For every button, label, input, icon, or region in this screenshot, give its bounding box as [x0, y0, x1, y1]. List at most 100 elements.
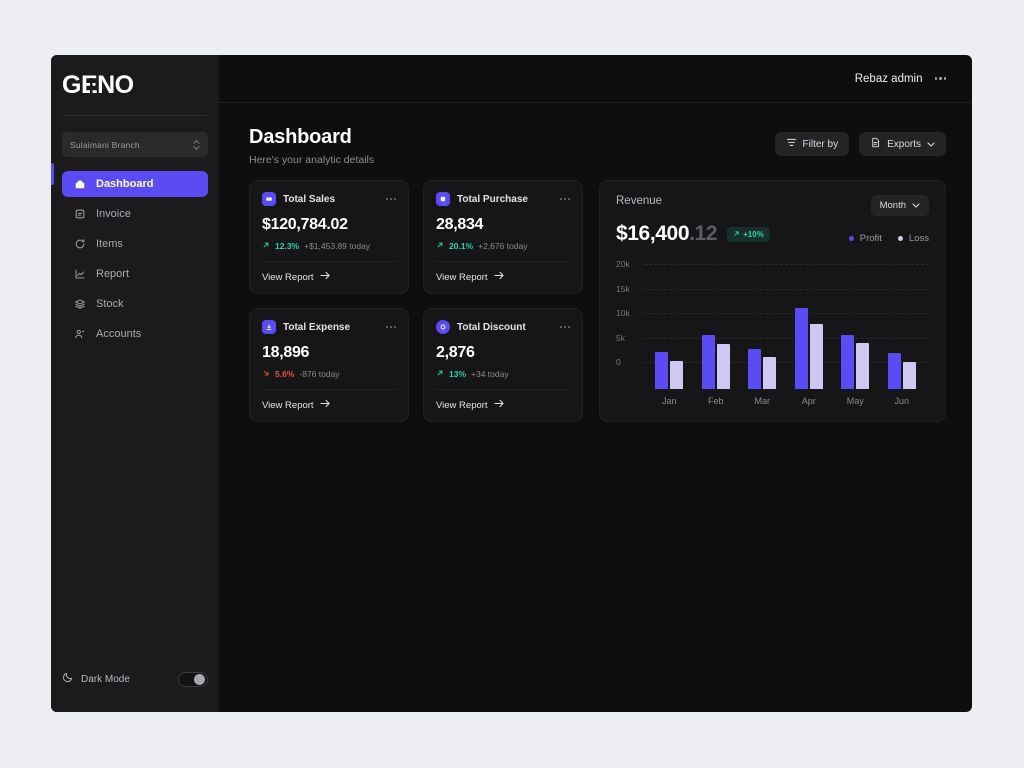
sidebar-item-items[interactable]: Items	[62, 231, 208, 257]
delta-sub: +34 today	[471, 369, 509, 379]
card-divider	[436, 261, 570, 262]
stat-card-total-discount: Total Discount 2,876 13% +34 today View …	[423, 308, 583, 422]
x-axis-label: Feb	[701, 396, 731, 406]
sidebar-item-report[interactable]: Report	[62, 261, 208, 287]
view-report-label: View Report	[262, 400, 314, 411]
period-label: Month	[880, 200, 906, 211]
revenue-growth-badge: +10%	[727, 227, 770, 242]
bar-loss[interactable]	[856, 343, 869, 389]
legend-label: Loss	[909, 233, 929, 244]
sales-icon	[262, 192, 276, 206]
y-axis-tick: 20k	[616, 259, 642, 269]
bar-loss[interactable]	[763, 357, 776, 389]
sidebar-item-accounts[interactable]: Accounts	[62, 321, 208, 347]
page-title: Dashboard	[249, 126, 374, 149]
card-value: 18,896	[262, 344, 396, 362]
sidebar-nav: Dashboard Invoice Items Report	[51, 171, 219, 347]
view-report-link[interactable]: View Report	[436, 271, 570, 283]
main-area: Rebaz admin Dashboard Here's your analyt…	[219, 55, 972, 712]
header-actions: Filter by Exports	[775, 126, 946, 156]
arrow-up-icon	[733, 230, 740, 239]
sidebar-item-label: Items	[96, 238, 123, 250]
arrow-down-icon	[262, 369, 270, 379]
view-report-label: View Report	[436, 272, 488, 283]
card-value: $120,784.02	[262, 216, 396, 234]
bar-loss[interactable]	[717, 344, 730, 389]
bar-profit[interactable]	[655, 352, 668, 389]
view-report-link[interactable]: View Report	[262, 399, 396, 411]
home-icon	[73, 177, 87, 191]
dark-mode-toggle[interactable]	[178, 672, 208, 687]
exports-button[interactable]: Exports	[859, 132, 946, 156]
view-report-link[interactable]: View Report	[436, 399, 570, 411]
sidebar-item-stock[interactable]: Stock	[62, 291, 208, 317]
view-report-link[interactable]: View Report	[262, 271, 396, 283]
items-icon	[73, 237, 87, 251]
arrow-right-icon	[494, 399, 505, 411]
revenue-amount: $16,400.12	[616, 222, 717, 246]
period-dropdown[interactable]: Month	[871, 195, 929, 216]
card-title: Total Sales	[283, 194, 335, 205]
delta-percent: 13%	[449, 369, 466, 379]
purchase-icon	[436, 192, 450, 206]
sidebar-item-label: Dashboard	[96, 178, 153, 190]
card-value: 28,834	[436, 216, 570, 234]
branch-selector[interactable]: Sulaimani Branch	[62, 132, 208, 157]
card-menu-icon[interactable]	[386, 198, 396, 200]
page-header: Dashboard Here's your analytic details F…	[219, 103, 972, 166]
y-axis-tick: 15k	[616, 284, 642, 294]
bar-loss[interactable]	[903, 362, 916, 389]
chart-x-axis: JanFebMarAprMayJun	[646, 391, 925, 411]
chart-title: Revenue	[616, 195, 662, 207]
dark-mode-label: Dark Mode	[81, 674, 130, 685]
card-menu-icon[interactable]	[560, 198, 570, 200]
more-horizontal-icon[interactable]	[935, 77, 947, 80]
bar-profit[interactable]	[795, 308, 808, 389]
chart-plot-area: 20k15k10k5k0 JanFebMarAprMayJun	[616, 264, 929, 411]
card-menu-icon[interactable]	[560, 326, 570, 328]
layers-icon	[73, 297, 87, 311]
invoice-icon	[73, 207, 87, 221]
revenue-amount-main: $16,400	[616, 222, 689, 245]
y-axis-tick: 0	[616, 357, 642, 367]
view-report-label: View Report	[436, 400, 488, 411]
card-header: Total Sales	[262, 192, 396, 206]
bar-profit[interactable]	[888, 353, 901, 389]
card-title: Total Purchase	[457, 194, 528, 205]
bar-loss[interactable]	[670, 361, 683, 389]
arrow-up-icon	[262, 241, 270, 251]
bar-profit[interactable]	[702, 335, 715, 389]
chart-line-icon	[73, 267, 87, 281]
sidebar-item-invoice[interactable]: Invoice	[62, 201, 208, 227]
topbar: Rebaz admin	[219, 55, 972, 103]
expense-icon	[262, 320, 276, 334]
card-menu-icon[interactable]	[386, 326, 396, 328]
sidebar-item-label: Report	[96, 268, 129, 280]
bar-group	[702, 264, 730, 389]
bar-loss[interactable]	[810, 324, 823, 389]
dark-mode-row: Dark Mode	[51, 670, 219, 712]
bar-profit[interactable]	[748, 349, 761, 389]
x-axis-label: Mar	[747, 396, 777, 406]
sidebar-item-dashboard[interactable]: Dashboard	[62, 171, 208, 197]
page-subtitle: Here's your analytic details	[249, 154, 374, 166]
legend-item-profit: Profit	[849, 233, 882, 244]
delta-percent: 12.3%	[275, 241, 299, 251]
user-name: Rebaz admin	[855, 73, 923, 85]
filter-by-button[interactable]: Filter by	[775, 132, 850, 156]
delta-sub: -876 today	[299, 369, 339, 379]
y-axis-tick: 10k	[616, 308, 642, 318]
svg-text:GENO: GENO	[62, 73, 134, 98]
legend-dot-profit	[849, 236, 854, 241]
filter-by-label: Filter by	[803, 139, 839, 150]
arrow-right-icon	[320, 271, 331, 283]
stat-card-total-purchase: Total Purchase 28,834 20.1% +2,676 today…	[423, 180, 583, 294]
toggle-knob	[194, 674, 205, 685]
card-delta: 20.1% +2,676 today	[436, 241, 570, 251]
card-title: Total Discount	[457, 322, 526, 333]
bar-profit[interactable]	[841, 335, 854, 389]
chevron-updown-icon	[193, 140, 200, 150]
delta-percent: 20.1%	[449, 241, 473, 251]
arrow-right-icon	[320, 399, 331, 411]
chevron-down-icon	[927, 139, 935, 150]
